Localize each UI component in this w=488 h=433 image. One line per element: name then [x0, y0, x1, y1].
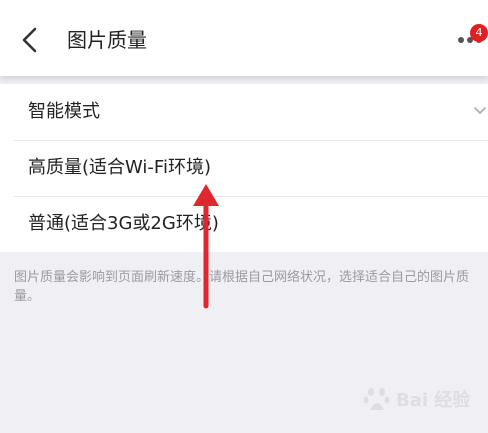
- watermark-text: Bai 经验: [396, 390, 471, 411]
- page-title: 图片质量: [67, 28, 147, 52]
- option-label: 普通(适合3G或2G环境): [28, 213, 219, 234]
- paw-logo-icon: [363, 388, 390, 410]
- option-smart-mode[interactable]: 智能模式: [0, 84, 488, 140]
- option-label: 高质量(适合Wi-Fi环境): [28, 157, 211, 178]
- hint-text: 图片质量会影响到页面刷新速度。请根据自己网络状况，选择适合自己的图片质量。: [14, 270, 470, 304]
- baidu-watermark: Bai 经验: [362, 384, 470, 414]
- chevron-down-icon: [474, 107, 486, 114]
- more-button[interactable]: 4: [456, 24, 488, 58]
- top-nav-bar: 图片质量 4: [0, 0, 488, 76]
- chevron-left-icon: [22, 27, 37, 53]
- notification-badge: 4: [470, 24, 488, 42]
- option-normal[interactable]: 普通(适合3G或2G环境): [0, 196, 488, 252]
- option-high-quality[interactable]: 高质量(适合Wi-Fi环境): [0, 140, 488, 196]
- back-button[interactable]: [12, 22, 48, 58]
- option-label: 智能模式: [28, 101, 100, 122]
- quality-options-list: 智能模式 高质量(适合Wi-Fi环境) 普通(适合3G或2G环境): [0, 84, 488, 252]
